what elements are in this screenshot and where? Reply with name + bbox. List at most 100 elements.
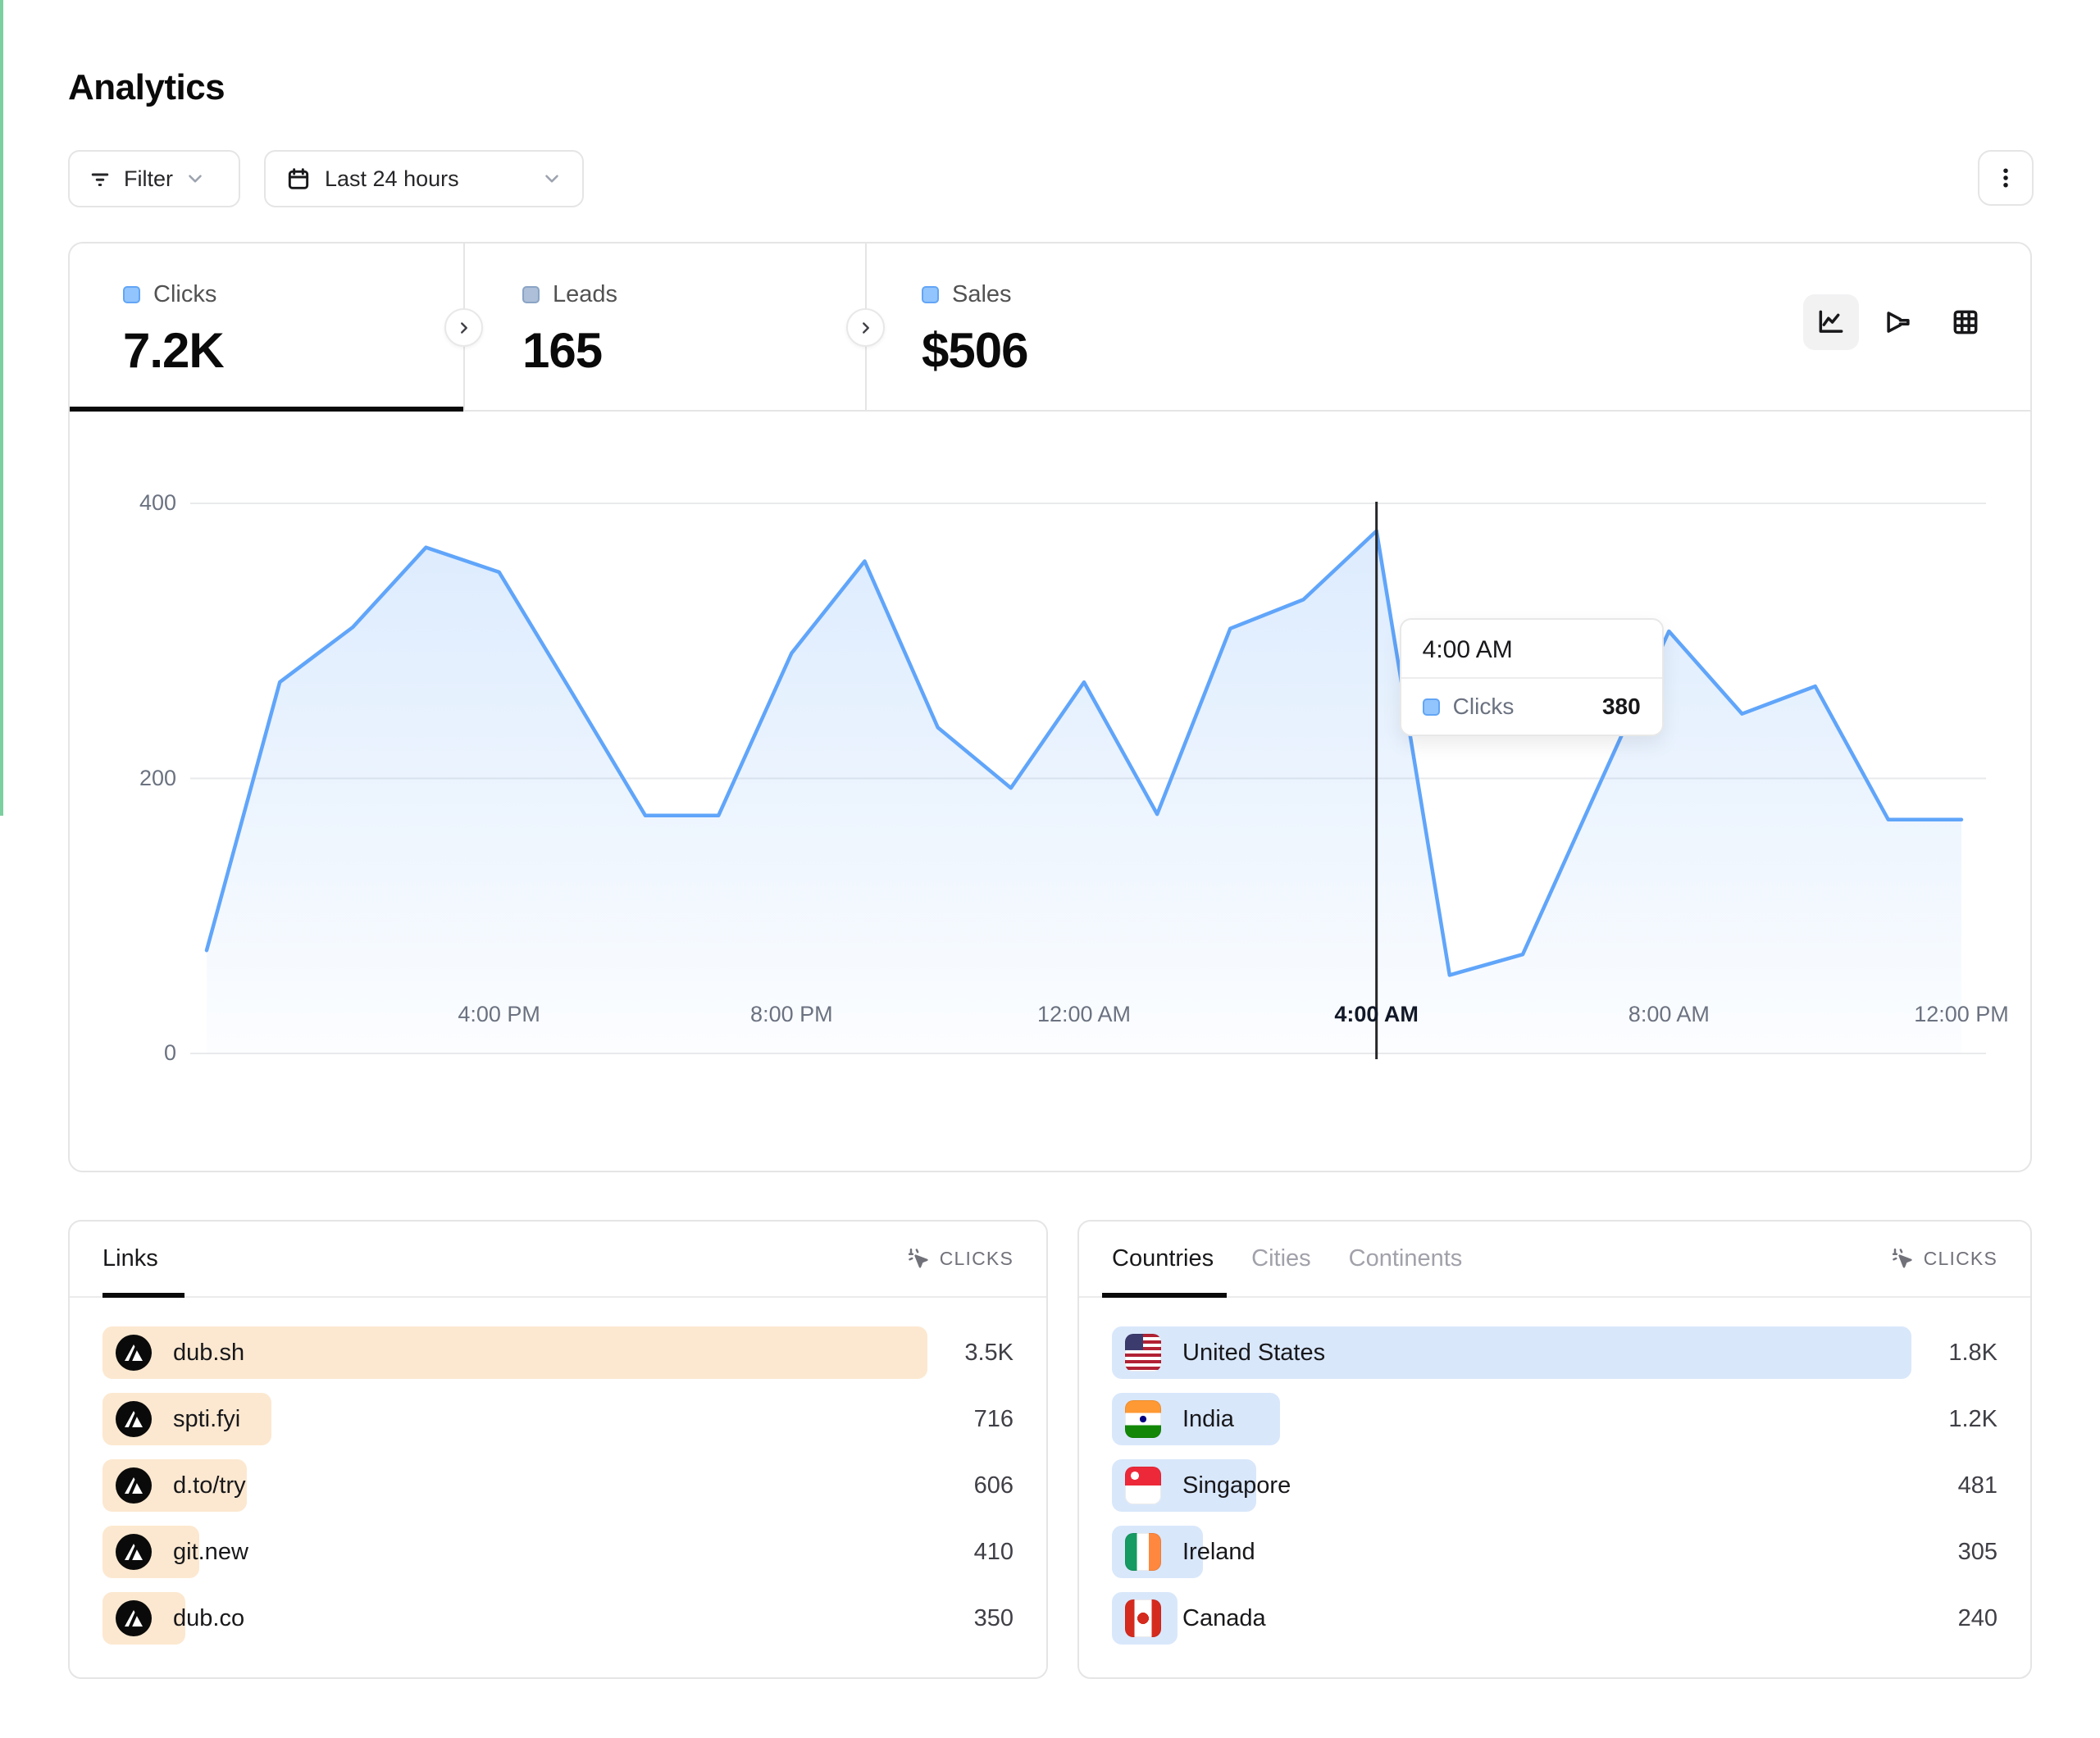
row-label: spti.fyi <box>173 1406 240 1433</box>
page-title: Analytics <box>68 67 225 108</box>
sales-tab-value: $506 <box>922 322 1027 379</box>
metric-tabs-row: Clicks 7.2K Leads 165 <box>70 243 2030 412</box>
row-label: United States <box>1182 1340 1325 1367</box>
link-row-git-new[interactable]: git.new 410 <box>102 1526 1014 1578</box>
link-row-dub-co[interactable]: dub.co 350 <box>102 1592 1014 1645</box>
row-value: 3.5K <box>964 1326 1014 1379</box>
date-range-button[interactable]: Last 24 hours <box>264 150 584 207</box>
leads-tab-label: Leads <box>553 281 617 308</box>
link-row-spti-fyi[interactable]: spti.fyi 716 <box>102 1393 1014 1445</box>
sg-flag-icon <box>1125 1467 1161 1504</box>
country-row-ireland[interactable]: Ireland 305 <box>1112 1526 1998 1578</box>
row-label: dub.co <box>173 1605 244 1632</box>
row-label: git.new <box>173 1539 248 1566</box>
kebab-menu-icon <box>1993 166 2018 190</box>
links-tab-underline <box>102 1293 184 1298</box>
country-row-india[interactable]: India1.2K <box>1112 1393 1998 1445</box>
more-options-button[interactable] <box>1978 150 2034 206</box>
dub-logo-icon <box>116 1467 152 1504</box>
cursor-click-icon <box>1891 1247 1916 1272</box>
dub-logo-icon <box>116 1335 152 1371</box>
countries-panel-header: Countries Cities Continents CLICKS <box>1079 1222 2030 1298</box>
countries-metric-header[interactable]: CLICKS <box>1891 1247 1998 1272</box>
links-metric-header[interactable]: CLICKS <box>907 1247 1014 1272</box>
tooltip-time: 4:00 AM <box>1401 620 1662 679</box>
x-axis-tick: 8:00 PM <box>726 1002 857 1027</box>
tab-clicks[interactable]: Clicks 7.2K <box>70 243 463 412</box>
row-value: 1.2K <box>1948 1393 1998 1445</box>
row-value: 606 <box>974 1459 1014 1512</box>
clicks-time-series-chart[interactable]: 4002000 4:00 PM8:00 PM12:00 AM4:00 AM8:0… <box>70 412 2030 1171</box>
x-axis-tick: 12:00 AM <box>1018 1002 1150 1027</box>
filter-icon <box>88 166 112 191</box>
row-value: 305 <box>1958 1526 1998 1578</box>
country-row-singapore[interactable]: Singapore481 <box>1112 1459 1998 1512</box>
clicks-tab-label: Clicks <box>153 281 216 308</box>
tab-links[interactable]: Links <box>102 1245 158 1272</box>
tab-continents[interactable]: Continents <box>1349 1245 1463 1272</box>
ie-flag-icon <box>1125 1533 1161 1571</box>
countries-panel: Countries Cities Continents CLICKS United … <box>1077 1220 2032 1679</box>
funnel-chart-icon <box>1883 307 1914 338</box>
tab-countries[interactable]: Countries <box>1112 1245 1214 1272</box>
countries-tab-underline <box>1102 1293 1227 1298</box>
chevron-right-icon <box>455 319 473 337</box>
expand-clicks-button[interactable] <box>444 308 483 347</box>
x-axis-tick: 4:00 AM <box>1311 1002 1442 1027</box>
clicks-tab-value: 7.2K <box>123 322 224 379</box>
expand-leads-button[interactable] <box>846 308 885 347</box>
chevron-down-icon <box>541 168 563 189</box>
chevron-down-icon <box>184 168 206 189</box>
date-range-label: Last 24 hours <box>325 166 459 192</box>
row-label: dub.sh <box>173 1340 244 1367</box>
clicks-legend-swatch <box>123 286 140 303</box>
row-label: d.to/try <box>173 1472 246 1499</box>
table-view-toggle[interactable] <box>1938 294 1993 350</box>
row-value: 716 <box>974 1393 1014 1445</box>
left-edge-accent <box>0 0 3 816</box>
links-panel: Links CLICKS dub.sh 3.5K spti.fyi 716 d.to/t… <box>68 1220 1048 1679</box>
row-value: 410 <box>974 1526 1014 1578</box>
country-row-united-states[interactable]: United States 1.8K <box>1112 1326 1998 1379</box>
funnel-chart-toggle[interactable] <box>1870 294 1926 350</box>
row-value: 1.8K <box>1948 1326 1998 1379</box>
x-axis-tick: 4:00 PM <box>434 1002 565 1027</box>
in-flag-icon <box>1125 1400 1161 1438</box>
y-axis-tick: 400 <box>111 490 176 516</box>
y-axis-tick: 0 <box>111 1040 176 1066</box>
tab-cities[interactable]: Cities <box>1251 1245 1311 1272</box>
link-row-dub-sh[interactable]: dub.sh 3.5K <box>102 1326 1014 1379</box>
row-value: 350 <box>974 1592 1014 1645</box>
countries-metric-header-label: CLICKS <box>1924 1248 1998 1270</box>
row-label: Canada <box>1182 1605 1266 1632</box>
cursor-click-icon <box>907 1247 932 1272</box>
analytics-card: Clicks 7.2K Leads 165 <box>68 242 2032 1172</box>
filter-button-label: Filter <box>124 166 173 192</box>
tab-leads[interactable]: Leads 165 <box>463 243 865 412</box>
leads-legend-swatch <box>522 286 540 303</box>
countries-rows: United States 1.8K India1.2K Singapore481 Ir… <box>1112 1326 1998 1658</box>
sales-legend-swatch <box>922 286 939 303</box>
links-metric-header-label: CLICKS <box>940 1248 1014 1270</box>
filter-button[interactable]: Filter <box>68 150 240 207</box>
y-axis-tick: 200 <box>111 766 176 791</box>
sales-tab-label: Sales <box>952 281 1012 308</box>
calendar-icon <box>285 166 312 192</box>
chart-type-switcher <box>1803 294 1993 350</box>
line-chart-toggle[interactable] <box>1803 294 1859 350</box>
row-value: 481 <box>1958 1459 1998 1512</box>
dub-logo-icon <box>116 1600 152 1636</box>
dub-logo-icon <box>116 1534 152 1570</box>
area-chart <box>190 503 1986 1059</box>
dub-logo-icon <box>116 1401 152 1437</box>
links-panel-header: Links CLICKS <box>70 1222 1046 1298</box>
tab-sales[interactable]: Sales $506 <box>865 243 1275 412</box>
country-row-canada[interactable]: Canada240 <box>1112 1592 1998 1645</box>
tooltip-legend-swatch <box>1423 698 1440 716</box>
tooltip-series-label: Clicks <box>1453 694 1515 720</box>
table-grid-icon <box>1950 307 1981 338</box>
line-chart-icon <box>1815 307 1847 338</box>
row-label: Ireland <box>1182 1539 1255 1566</box>
link-row-d-to-try[interactable]: d.to/try 606 <box>102 1459 1014 1512</box>
x-axis-tick: 12:00 PM <box>1896 1002 2027 1027</box>
